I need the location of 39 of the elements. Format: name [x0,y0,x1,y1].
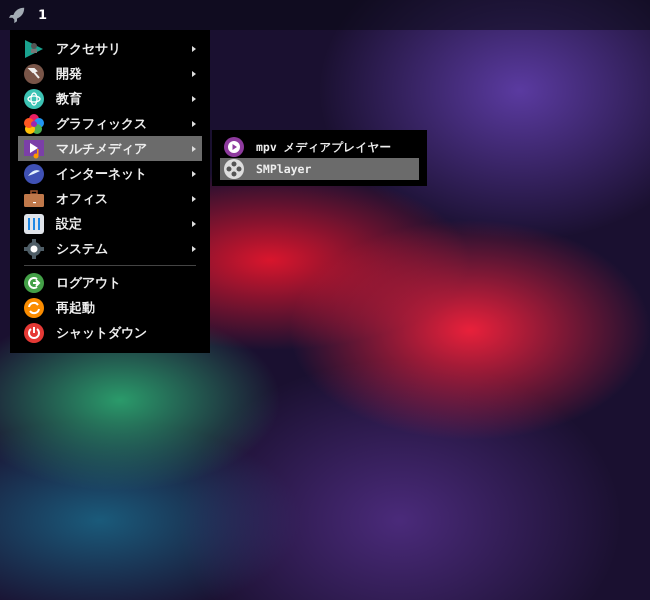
submenu-arrow-icon [192,196,196,202]
submenu-arrow-icon [192,170,196,176]
workspace-number[interactable]: 1 [38,8,48,22]
power-icon [24,322,44,342]
logout-icon [24,272,44,292]
menu-item[interactable]: オフィス [18,186,202,211]
sliders-icon [24,214,44,234]
accessories-icon [24,38,44,58]
submenu-arrow-icon [192,220,196,226]
gear-icon [24,238,44,258]
menu-item[interactable]: アクセサリ [18,36,202,61]
play-icon [224,137,244,157]
submenu-arrow-icon [192,96,196,102]
submenu-arrow-icon [192,120,196,126]
submenu-arrow-icon [192,70,196,76]
menu-item[interactable]: ログアウト [18,270,202,295]
atom-icon [24,88,44,108]
menu-item[interactable]: mpv メディアプレイヤー [220,136,419,158]
briefcase-icon [24,188,44,208]
flower-icon [24,114,44,134]
submenu-arrow-icon [192,46,196,52]
restart-icon [24,298,44,318]
menu-item[interactable]: 再起動 [18,295,202,320]
menu-item[interactable]: インターネット [18,161,202,186]
menu-item[interactable]: SMPlayer [220,158,419,180]
globe-icon [24,164,44,184]
menu-item[interactable]: 教育 [18,86,202,111]
rocket-icon[interactable] [8,6,26,24]
menu-item[interactable]: グラフィックス [18,111,202,136]
film-music-icon [24,138,44,158]
submenu-arrow-icon [192,246,196,252]
menu-item[interactable]: シャットダウン [18,320,202,345]
menu-item[interactable]: マルチメディア [18,136,202,161]
menu-item[interactable]: 開発 [18,61,202,86]
film-reel-icon [224,159,244,179]
hammer-icon [24,64,44,84]
submenu-arrow-icon [192,146,196,152]
menu-item[interactable]: 設定 [18,211,202,236]
menu-item[interactable]: システム [18,236,202,261]
